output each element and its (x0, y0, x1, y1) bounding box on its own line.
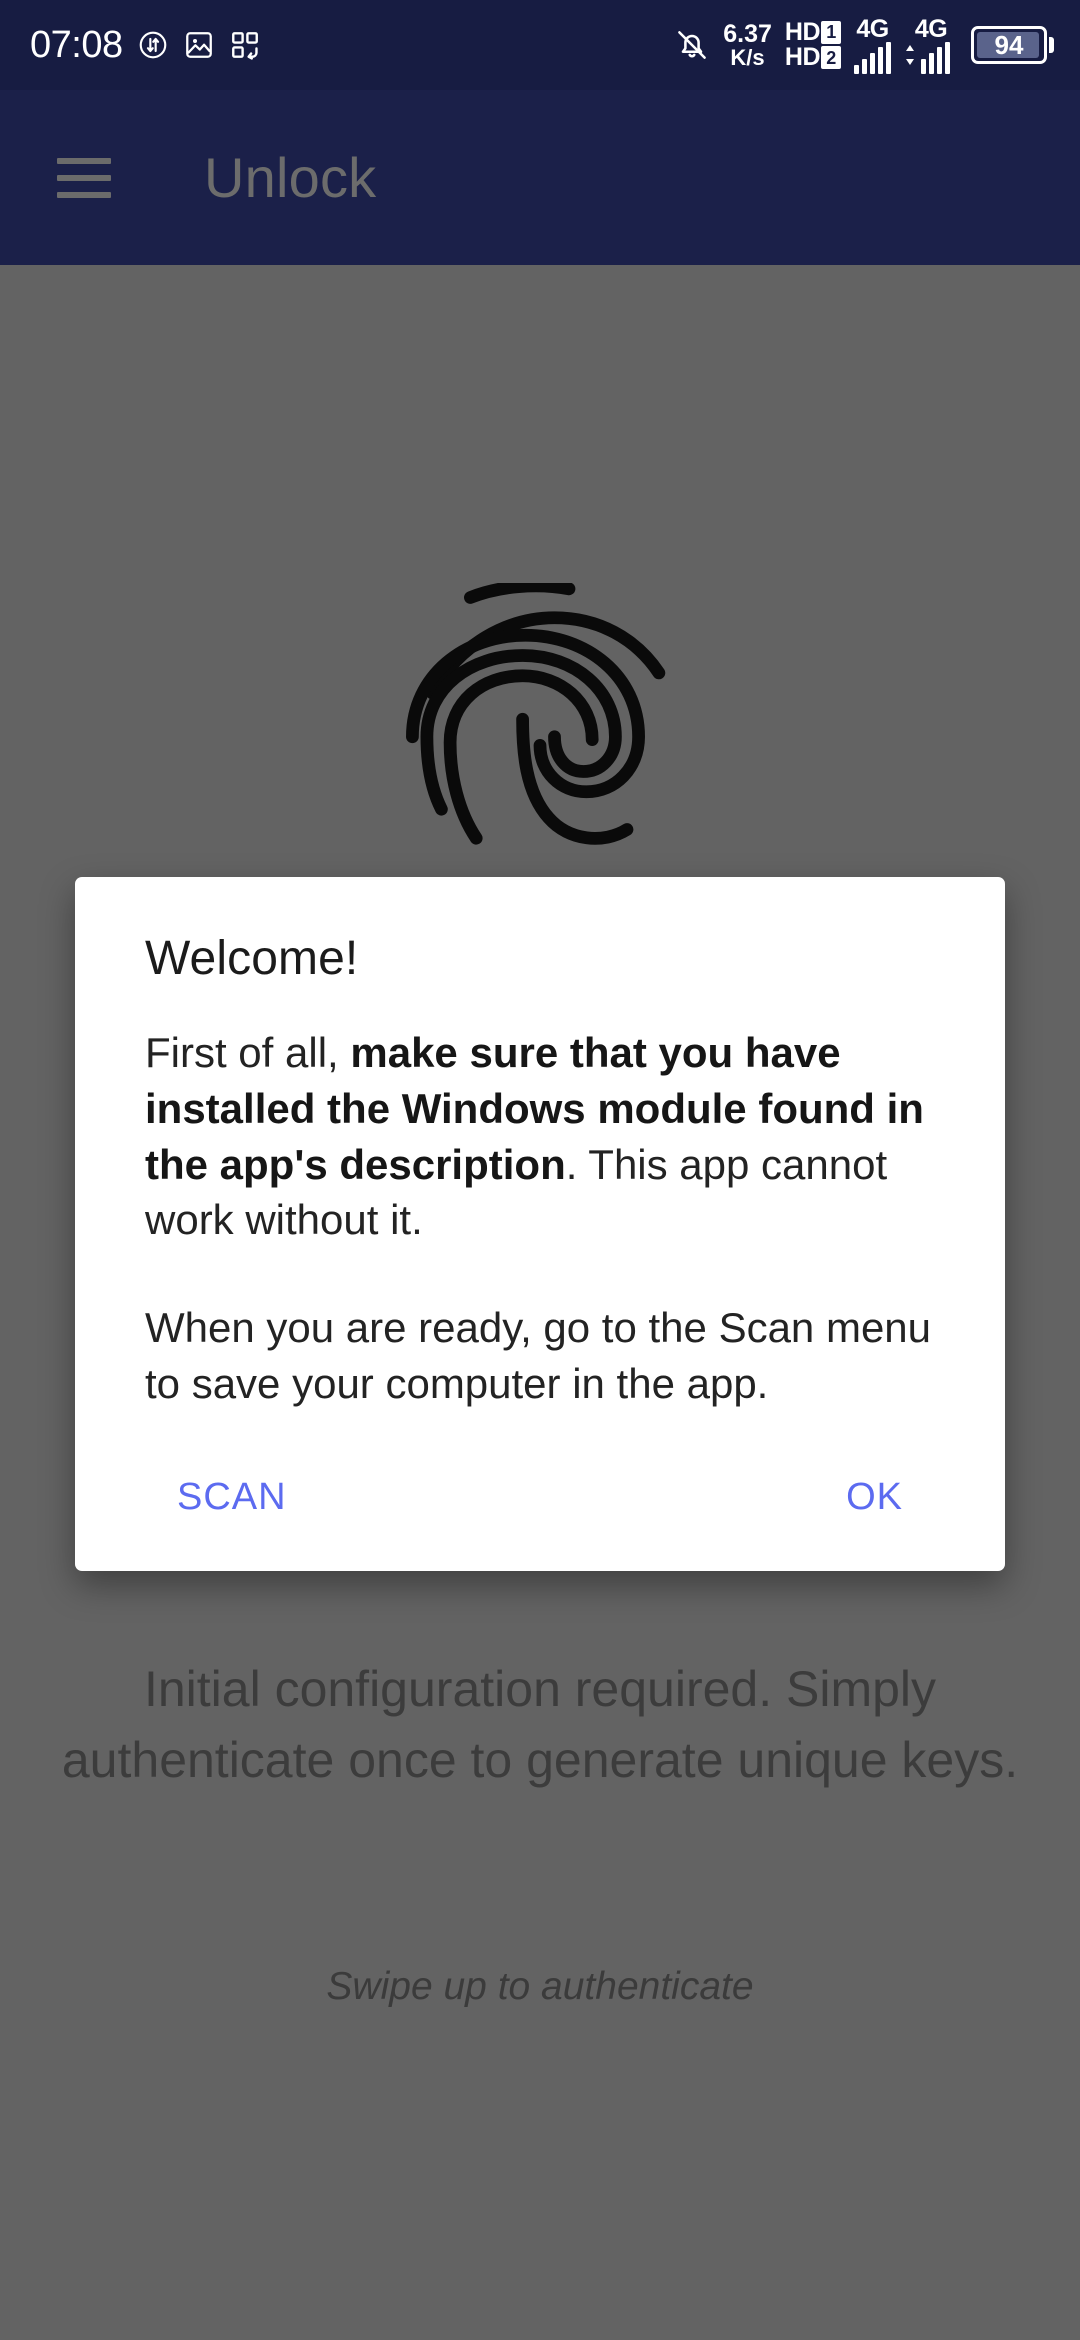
signal-sim1-generation: 4G (856, 14, 889, 43)
signal-sim2-generation-col: 4G (904, 14, 958, 74)
hamburger-line-2 (57, 174, 111, 181)
battery-percent: 94 (994, 30, 1024, 60)
welcome-dialog: Welcome! First of all, make sure that yo… (75, 877, 1005, 1571)
hd-sim2-label: HD (784, 43, 821, 71)
signal-indicator-sim1: 4G (854, 14, 891, 74)
battery-indicator: 94 (971, 26, 1054, 64)
signal-sim2-bars (904, 41, 958, 74)
app-grid-refresh-icon (229, 29, 261, 61)
status-bar-left: 07:08 (30, 26, 261, 64)
signal-sim1-generation-col: 4G (854, 14, 891, 74)
sim2-badge: 2 (821, 46, 841, 70)
hamburger-menu-icon[interactable] (42, 136, 126, 220)
network-speed-value: 6.37 (723, 19, 772, 48)
dialog-para1-prefix: First of all, (145, 1028, 351, 1076)
gallery-image-icon (183, 29, 215, 61)
hamburger-line-3 (57, 191, 111, 198)
phone-screen: 07:08 6.37 K/s HD 1 HD 2 4G 4G 94 Unlock… (0, 0, 1080, 2340)
dialog-body: First of all, make sure that you have in… (145, 1025, 935, 1412)
battery-body: 94 (971, 26, 1047, 64)
status-clock: 07:08 (30, 24, 123, 66)
scan-button[interactable]: SCAN (173, 1466, 291, 1529)
sim1-badge: 1 (821, 20, 841, 44)
hd-sim1-label: HD (784, 17, 821, 46)
hint-text: Initial configuration required. Simply a… (61, 1661, 1019, 1788)
dialog-title: Welcome! (145, 932, 359, 985)
ok-button[interactable]: OK (842, 1466, 907, 1529)
dialog-actions: SCAN OK (145, 1466, 935, 1571)
hd-sim2-row: HD 2 (784, 43, 841, 71)
network-speed: 6.37 K/s (723, 19, 772, 70)
fingerprint-icon[interactable] (395, 583, 685, 873)
status-bar-right: 6.37 K/s HD 1 HD 2 4G 4G 94 (674, 14, 1054, 74)
dialog-para1: First of all, make sure that you have in… (145, 1029, 924, 1244)
status-bar: 07:08 6.37 K/s HD 1 HD 2 4G 4G 94 (0, 0, 1080, 90)
app-bar: Unlock (0, 90, 1080, 265)
data-activity-arrows-icon (904, 42, 916, 73)
dialog-para2: When you are ready, go to the Scan menu … (145, 1304, 932, 1408)
notifications-off-icon (674, 27, 710, 63)
data-transfer-icon (137, 29, 169, 61)
hamburger-line-1 (57, 157, 111, 164)
network-speed-unit: K/s (730, 44, 765, 70)
signal-sim2-generation: 4G (914, 14, 948, 43)
hd-sim1-row: HD 1 (784, 17, 841, 46)
hd-voice-indicators: HD 1 HD 2 (784, 17, 841, 71)
signal-sim1-bars (854, 41, 891, 74)
swipe-up-hint: Swipe up to authenticate (326, 1965, 754, 2008)
page-title: Unlock (204, 146, 377, 209)
signal-indicator-sim2: 4G (904, 14, 958, 74)
battery-cap (1049, 37, 1054, 53)
